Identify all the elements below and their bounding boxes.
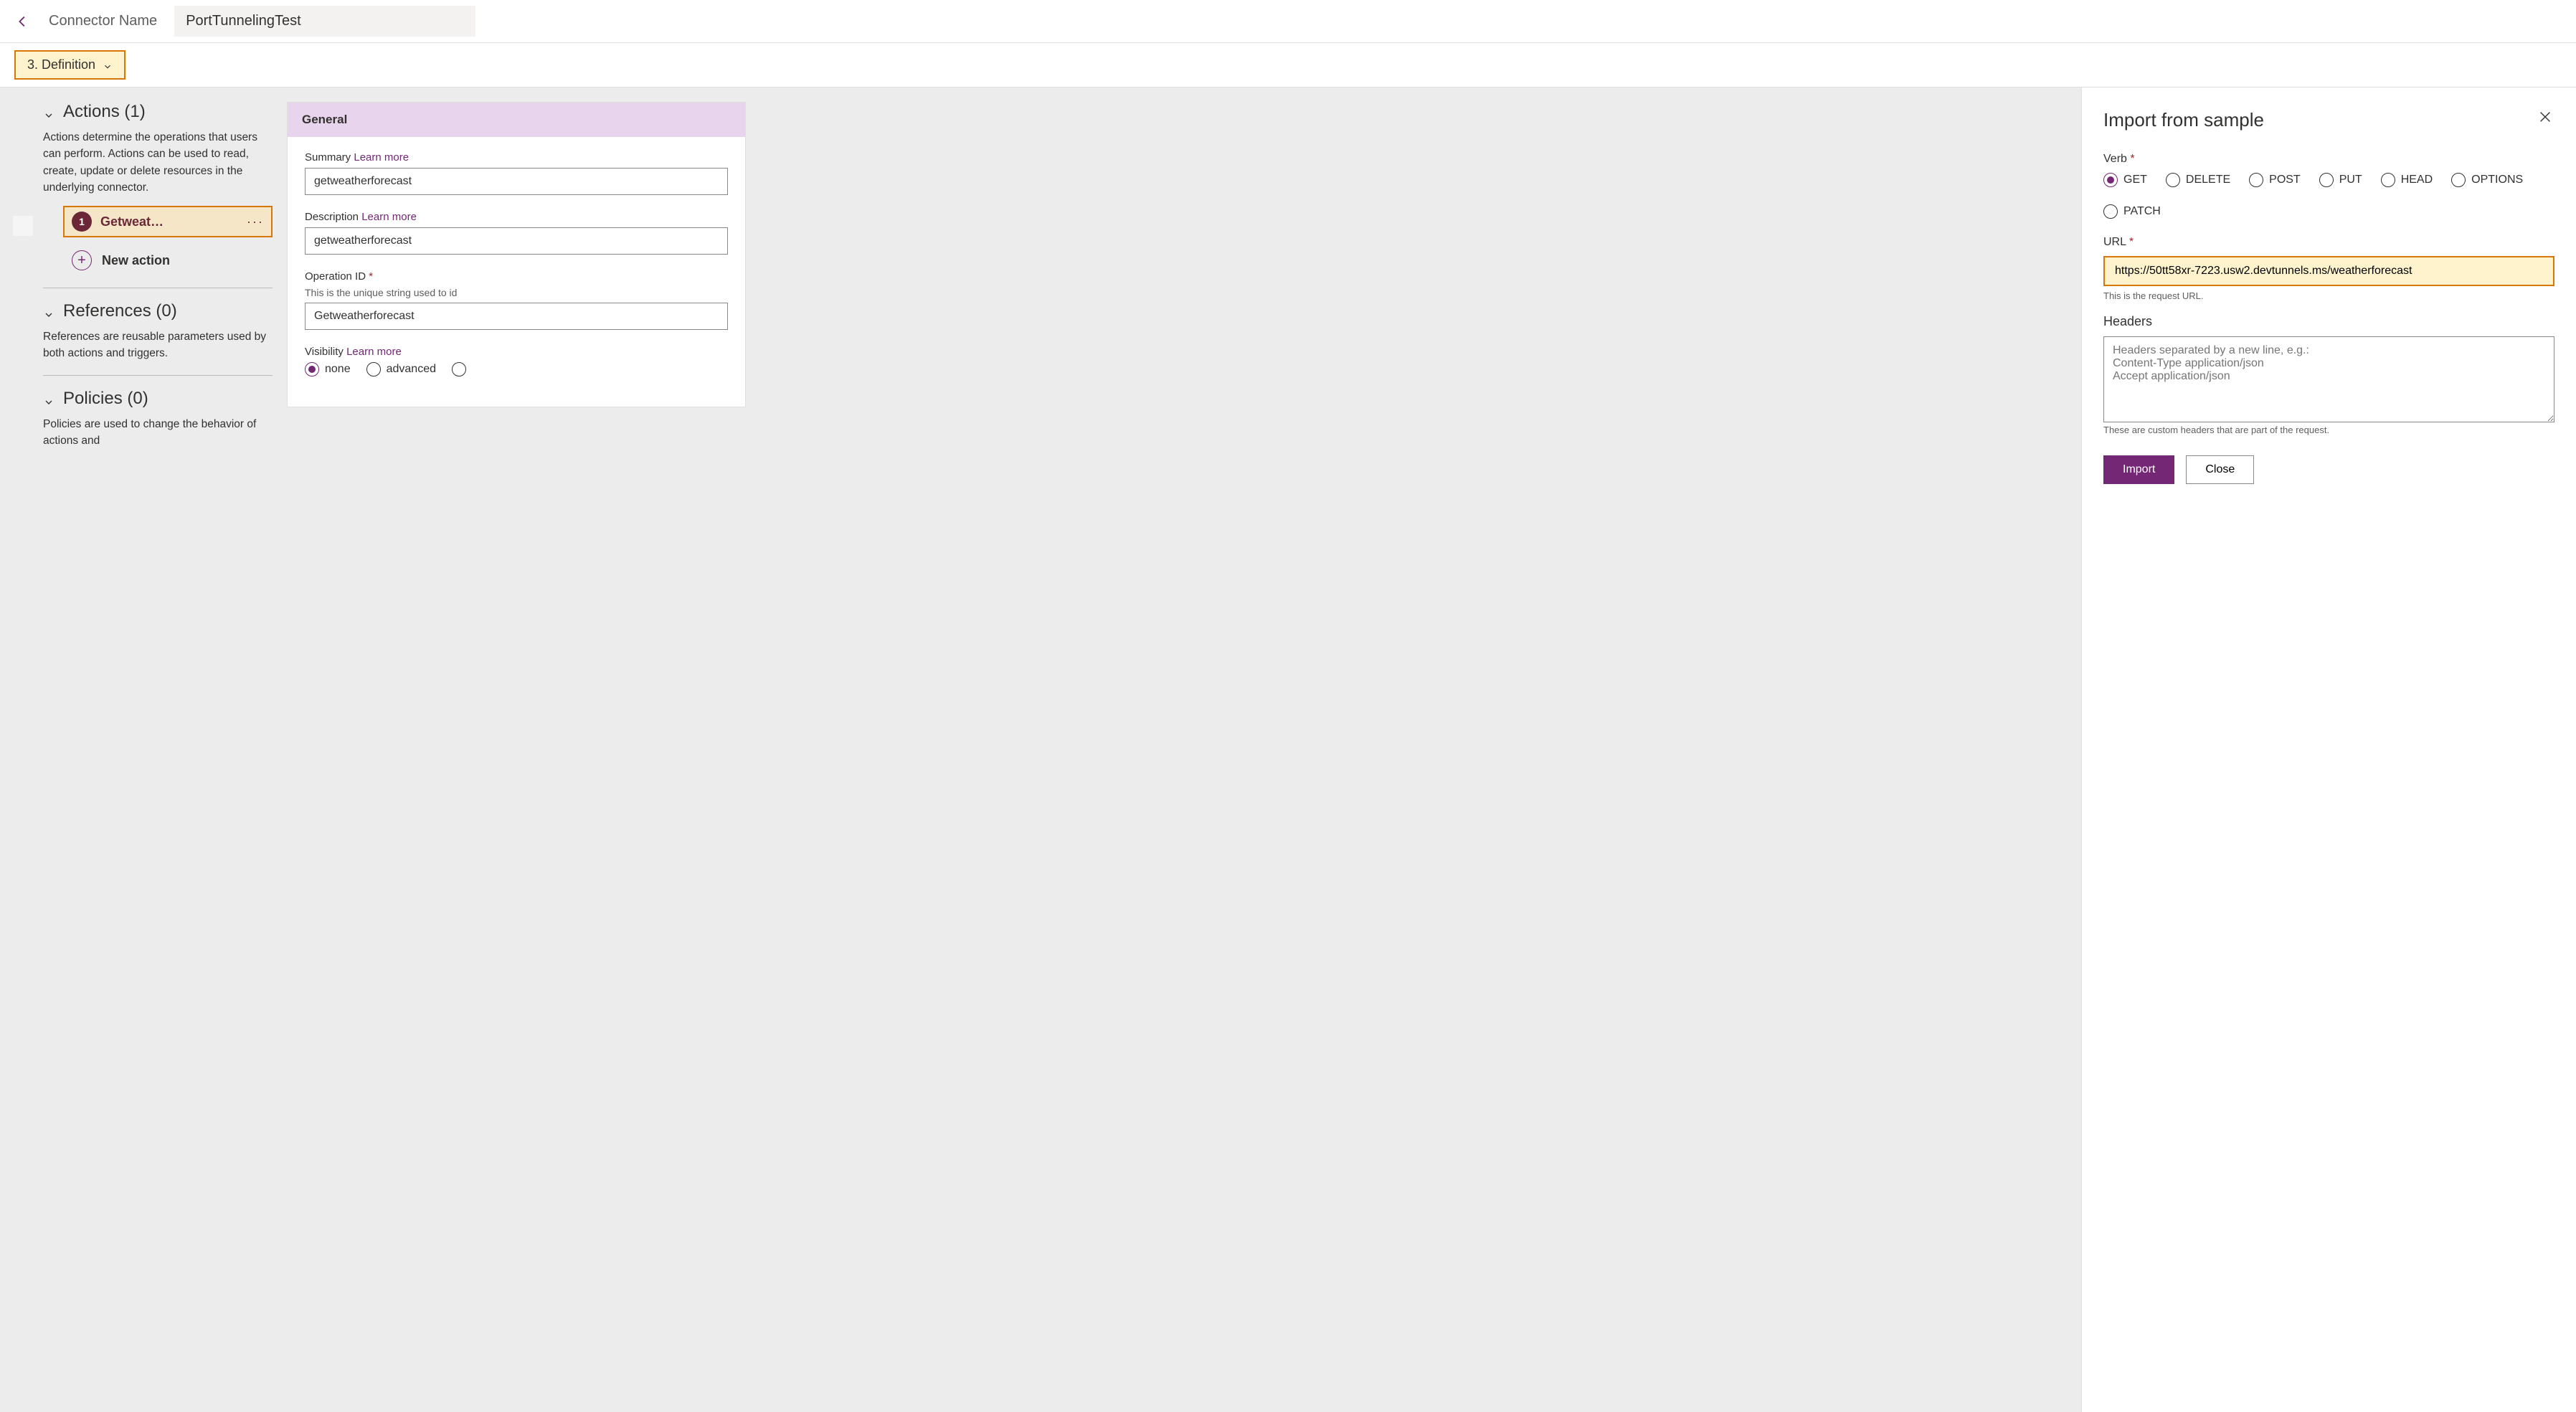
references-section-toggle[interactable]: References (0) <box>43 301 273 321</box>
policies-description: Policies are used to change the behavior… <box>43 416 273 450</box>
chevron-down-icon <box>43 393 55 404</box>
radio-icon <box>305 362 319 376</box>
operation-id-input[interactable] <box>305 303 728 330</box>
verb-radio-head[interactable]: HEAD <box>2381 173 2433 187</box>
url-label: URL <box>2103 236 2126 248</box>
divider <box>43 375 273 376</box>
action-item-name: Getweat… <box>100 214 238 229</box>
radio-icon <box>452 362 466 376</box>
radio-icon <box>2319 173 2334 187</box>
summary-learn-more[interactable]: Learn more <box>354 151 409 164</box>
connector-name-label: Connector Name <box>49 13 157 29</box>
visibility-radio-more[interactable] <box>452 362 466 376</box>
headers-help: These are custom headers that are part o… <box>2103 425 2554 435</box>
description-learn-more[interactable]: Learn more <box>361 211 417 223</box>
verb-head-label: HEAD <box>2401 174 2433 186</box>
action-checkbox[interactable] <box>13 216 33 236</box>
verb-radio-post[interactable]: POST <box>2249 173 2301 187</box>
radio-icon <box>2381 173 2395 187</box>
verb-put-label: PUT <box>2339 174 2362 186</box>
close-button[interactable]: Close <box>2186 455 2254 484</box>
operation-id-help: This is the unique string used to id <box>305 287 728 298</box>
required-asterisk: * <box>2129 236 2134 248</box>
required-asterisk: * <box>2130 153 2134 165</box>
verb-radio-options[interactable]: OPTIONS <box>2451 173 2523 187</box>
summary-input[interactable] <box>305 168 728 195</box>
verb-radio-patch[interactable]: PATCH <box>2103 204 2161 219</box>
new-action-button[interactable]: + New action <box>65 246 273 275</box>
visibility-label: Visibility <box>305 346 344 358</box>
radio-icon <box>2249 173 2263 187</box>
action-item-menu[interactable]: ··· <box>247 214 264 229</box>
references-description: References are reusable parameters used … <box>43 328 273 362</box>
url-input[interactable] <box>2103 256 2554 286</box>
step-label: 3. Definition <box>27 57 95 72</box>
actions-title: Actions (1) <box>63 102 146 122</box>
headers-textarea[interactable] <box>2103 336 2554 422</box>
verb-radio-put[interactable]: PUT <box>2319 173 2362 187</box>
radio-icon <box>2451 173 2466 187</box>
verb-radio-delete[interactable]: DELETE <box>2166 173 2230 187</box>
url-help: This is the request URL. <box>2103 290 2554 301</box>
actions-section-toggle[interactable]: Actions (1) <box>43 102 273 122</box>
verb-post-label: POST <box>2269 174 2301 186</box>
verb-delete-label: DELETE <box>2186 174 2230 186</box>
visibility-advanced-label: advanced <box>387 363 436 376</box>
headers-label: Headers <box>2103 314 2152 328</box>
new-action-label: New action <box>102 253 170 268</box>
chevron-down-icon <box>103 60 113 70</box>
visibility-radio-none[interactable]: none <box>305 362 351 376</box>
radio-icon <box>2166 173 2180 187</box>
description-input[interactable] <box>305 227 728 255</box>
references-title: References (0) <box>63 301 177 321</box>
policies-section-toggle[interactable]: Policies (0) <box>43 389 273 409</box>
back-button[interactable] <box>14 13 32 30</box>
actions-description: Actions determine the operations that us… <box>43 129 273 196</box>
action-index-badge: 1 <box>72 212 92 232</box>
action-item[interactable]: 1 Getweat… ··· <box>63 206 273 237</box>
verb-options-label: OPTIONS <box>2471 174 2523 186</box>
visibility-learn-more[interactable]: Learn more <box>346 346 402 358</box>
visibility-radio-advanced[interactable]: advanced <box>366 362 436 376</box>
radio-icon <box>366 362 381 376</box>
plus-icon: + <box>72 250 92 270</box>
general-header: General <box>288 103 745 137</box>
summary-label: Summary <box>305 151 351 164</box>
chevron-down-icon <box>43 106 55 118</box>
step-dropdown[interactable]: 3. Definition <box>14 50 126 80</box>
visibility-none-label: none <box>325 363 351 376</box>
import-button[interactable]: Import <box>2103 455 2174 484</box>
connector-name-input[interactable] <box>174 6 475 37</box>
verb-radio-get[interactable]: GET <box>2103 173 2147 187</box>
verb-get-label: GET <box>2123 174 2147 186</box>
panel-title: Import from sample <box>2103 109 2554 131</box>
radio-icon <box>2103 204 2118 219</box>
verb-label: Verb <box>2103 153 2127 165</box>
description-label: Description <box>305 211 359 223</box>
close-icon[interactable] <box>2537 109 2554 126</box>
verb-patch-label: PATCH <box>2123 205 2161 218</box>
chevron-down-icon <box>43 305 55 317</box>
operation-id-label: Operation ID <box>305 270 366 283</box>
radio-icon <box>2103 173 2118 187</box>
required-asterisk: * <box>369 270 373 283</box>
policies-title: Policies (0) <box>63 389 148 409</box>
